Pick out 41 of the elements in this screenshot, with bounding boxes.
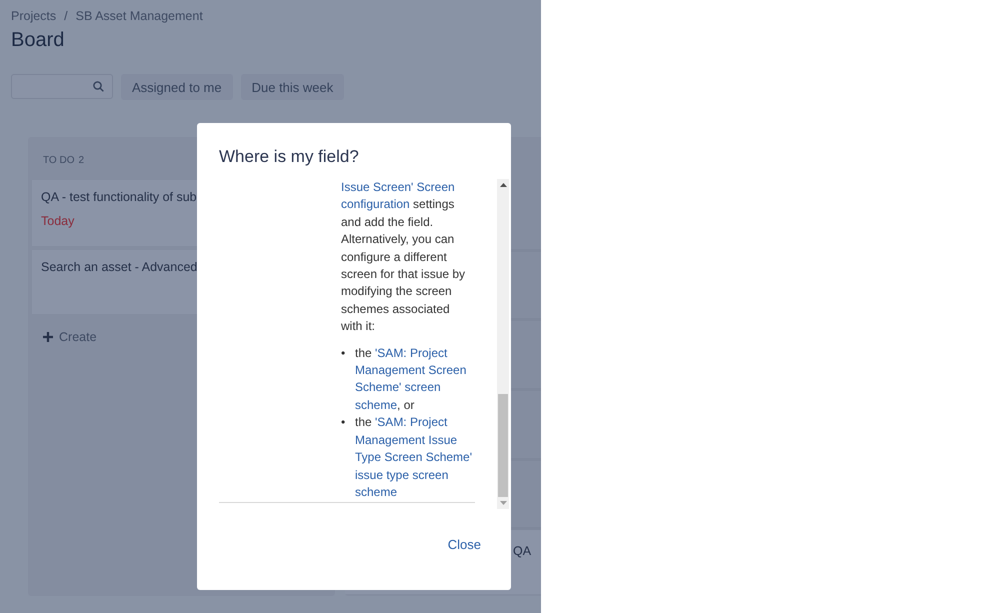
body-text: schemes associated (341, 302, 450, 316)
bullet-marker: • (341, 344, 346, 362)
body-text: and add the field. (341, 214, 434, 229)
scroll-up-icon[interactable] (500, 183, 506, 187)
link[interactable]: scheme (355, 484, 398, 499)
link[interactable]: 'SAM: Project (375, 346, 448, 360)
search-icon (93, 81, 104, 92)
link[interactable]: scheme (355, 398, 398, 412)
link[interactable]: Scheme' screen (355, 380, 441, 394)
body-text: with it: (341, 319, 376, 334)
body-text: screen for that issue by (341, 267, 466, 282)
due-date: Today (41, 214, 76, 228)
link[interactable]: Issue Screen' Screen (341, 180, 455, 194)
link[interactable]: issue type screen (355, 468, 448, 482)
breadcrumb-separator: / (64, 9, 68, 23)
body-text: settings (412, 197, 454, 212)
link[interactable]: Management Screen (355, 363, 466, 378)
page-title: Board (11, 29, 66, 52)
scroll-down-icon[interactable] (500, 501, 506, 505)
scrollbar[interactable] (497, 179, 509, 509)
scrollbar-thumb[interactable] (498, 394, 508, 497)
body-text: the (355, 415, 373, 430)
body-text: modifying the screen (341, 284, 452, 298)
close-link[interactable]: Close (448, 537, 481, 552)
link[interactable]: 'SAM: Project (375, 415, 448, 430)
plus-icon (43, 332, 53, 342)
column-count: 2 (78, 155, 84, 166)
bullet-marker: • (341, 414, 346, 432)
link[interactable]: configuration (341, 197, 410, 212)
link[interactable]: Management Issue (355, 432, 458, 447)
column-title: TO DO (43, 155, 74, 166)
body-text: , or (397, 398, 414, 412)
dialog-title: Where is my field? (219, 147, 360, 167)
body-text: configure a different (341, 250, 447, 264)
body-text: Alternatively, you can (341, 232, 454, 246)
card-title: QA (513, 544, 532, 558)
card-title: QA - test functionality of sub (41, 190, 198, 204)
link[interactable]: Type Screen Scheme' (355, 450, 472, 464)
card-title: Search an asset - Advanced (41, 260, 198, 274)
search-field[interactable] (11, 74, 113, 99)
body-text: the (355, 346, 373, 360)
